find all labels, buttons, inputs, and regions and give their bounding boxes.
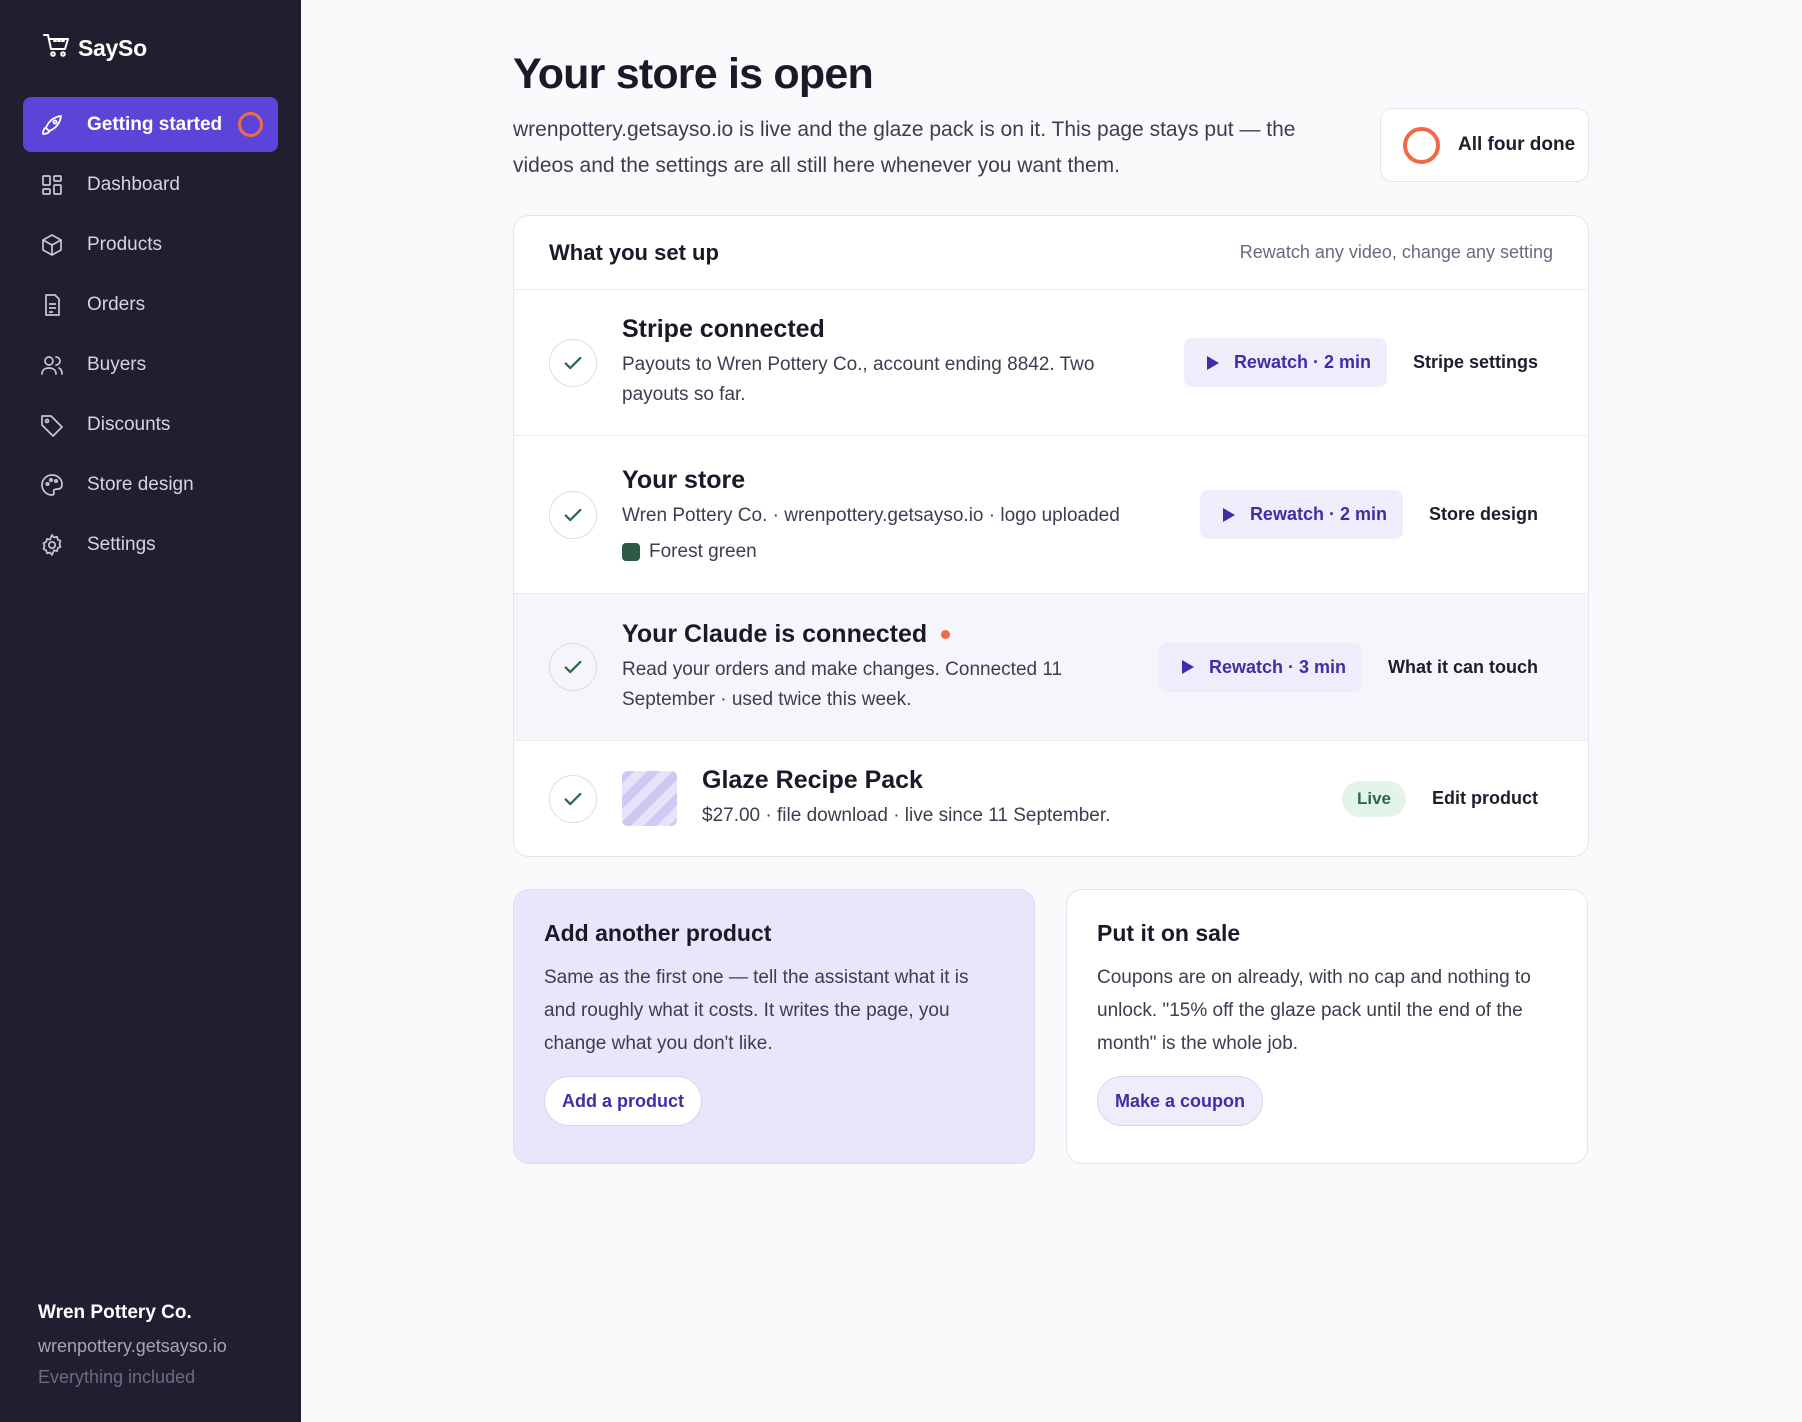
row-title-text: Your Claude is connected: [622, 619, 928, 648]
row-title: Stripe connected: [622, 315, 825, 343]
completion-status-label: All four done: [1458, 134, 1576, 155]
sidebar-item-buyers[interactable]: Buyers: [23, 337, 278, 392]
store-design-link[interactable]: Store design: [1429, 504, 1538, 525]
app-name: SaySo: [78, 34, 147, 61]
row-description: Wren Pottery Co. · wrenpottery.getsayso.…: [622, 505, 1120, 526]
sidebar-item-label: Settings: [87, 533, 156, 555]
setup-row-store: Your store Wren Pottery Co. · wrenpotter…: [514, 436, 1588, 594]
sidebar-item-getting-started[interactable]: Getting started: [23, 97, 278, 152]
row-title: Your store: [622, 466, 746, 494]
sidebar-item-label: Getting started: [87, 113, 223, 135]
rewatch-button[interactable]: Rewatch · 2 min: [1183, 338, 1387, 387]
promo-title: Add another product: [544, 920, 772, 946]
setup-row-product: Glaze Recipe Pack $27.00 · file download…: [514, 741, 1588, 856]
sidebar-nav: Getting started Dashboard Products Order…: [23, 97, 278, 577]
sidebar-item-settings[interactable]: Settings: [23, 517, 278, 572]
sidebar-item-discounts[interactable]: Discounts: [23, 397, 278, 452]
promo-put-on-sale: Put it on sale Coupons are on already, w…: [1066, 889, 1588, 1164]
sidebar-item-store-design[interactable]: Store design: [23, 457, 278, 512]
row-body: Your store Wren Pottery Co. · wrenpotter…: [622, 466, 1176, 563]
cart-chat-icon: [42, 30, 72, 66]
setup-row-claude: Your Claude is connected Read your order…: [514, 594, 1588, 741]
stripe-settings-link[interactable]: Stripe settings: [1413, 352, 1538, 373]
account-plan: Everything included: [38, 1367, 196, 1387]
row-title: Your Claude is connected: [622, 620, 1135, 649]
row-body: Stripe connected Payouts to Wren Pottery…: [622, 315, 1160, 410]
rewatch-label: Rewatch · 2 min: [1249, 504, 1387, 524]
promo-text: Same as the first one — tell the assista…: [544, 967, 969, 1054]
sidebar-item-label: Dashboard: [87, 173, 180, 195]
row-body: Glaze Recipe Pack $27.00 · file download…: [702, 766, 1318, 831]
row-actions: Rewatch · 3 min What it can touch: [1158, 642, 1538, 692]
gear-icon: [39, 532, 65, 558]
color-swatch-label: Forest green: [649, 541, 757, 562]
progress-ring-icon: [238, 112, 263, 137]
setup-summary-card: What you set up Rewatch any video, chang…: [513, 215, 1589, 857]
row-body: Your Claude is connected Read your order…: [622, 620, 1135, 715]
notification-dot-icon: [941, 629, 951, 639]
account-name: Wren Pottery Co.: [38, 1302, 192, 1323]
sidebar-item-label: Orders: [87, 293, 146, 315]
sidebar-item-orders[interactable]: Orders: [23, 277, 278, 332]
rewatch-button[interactable]: Rewatch · 2 min: [1199, 490, 1403, 539]
check-icon: [549, 338, 597, 387]
play-icon: [1206, 355, 1219, 370]
setup-row-stripe: Stripe connected Payouts to Wren Pottery…: [514, 290, 1588, 436]
tag-icon: [39, 412, 65, 438]
what-it-can-touch-link[interactable]: What it can touch: [1388, 657, 1538, 678]
play-icon: [1222, 507, 1235, 522]
check-icon: [549, 774, 597, 823]
sidebar: SaySo Getting started Dashboard Products…: [0, 0, 301, 1422]
play-icon: [1181, 660, 1194, 674]
sidebar-item-label: Buyers: [87, 353, 147, 375]
sidebar-item-label: Discounts: [87, 413, 171, 435]
card-hint: Rewatch any video, change any setting: [1239, 242, 1553, 262]
app-logo[interactable]: SaySo: [42, 30, 147, 66]
brand-color: Forest green: [622, 541, 1176, 563]
promo-text: Coupons are on already, with no cap and …: [1097, 967, 1531, 1054]
row-description: Read your orders and make changes. Conne…: [622, 658, 1063, 710]
account-url: wrenpottery.getsayso.io: [38, 1336, 227, 1356]
account-info[interactable]: Wren Pottery Co. wrenpottery.getsayso.io…: [38, 1302, 227, 1388]
card-header: What you set up Rewatch any video, chang…: [514, 216, 1588, 290]
product-thumbnail: [622, 771, 677, 826]
card-title: What you set up: [549, 239, 719, 265]
row-description: $27.00 · file download · live since 11 S…: [702, 805, 1111, 826]
row-actions: Rewatch · 2 min Stripe settings: [1183, 338, 1538, 387]
sidebar-item-dashboard[interactable]: Dashboard: [23, 157, 278, 212]
row-actions: Rewatch · 2 min Store design: [1199, 490, 1538, 539]
add-product-button[interactable]: Add a product: [544, 1076, 702, 1126]
rewatch-button[interactable]: Rewatch · 3 min: [1158, 642, 1362, 692]
status-badge: Live: [1341, 780, 1406, 817]
document-icon: [39, 292, 65, 318]
sidebar-item-label: Store design: [87, 473, 194, 495]
progress-ring-icon: [1403, 126, 1440, 164]
promo-add-product: Add another product Same as the first on…: [513, 889, 1035, 1164]
make-coupon-button[interactable]: Make a coupon: [1097, 1076, 1264, 1126]
row-description: Payouts to Wren Pottery Co., account end…: [622, 354, 1095, 405]
row-actions: Live Edit product: [1341, 780, 1538, 817]
rewatch-label: Rewatch · 2 min: [1233, 352, 1371, 372]
page-subtitle: wrenpottery.getsayso.io is live and the …: [513, 118, 1296, 177]
edit-product-link[interactable]: Edit product: [1432, 788, 1538, 809]
check-icon: [549, 490, 597, 539]
palette-icon: [39, 472, 65, 498]
rewatch-label: Rewatch · 3 min: [1208, 656, 1346, 677]
completion-status: All four done: [1380, 108, 1589, 182]
promo-title: Put it on sale: [1097, 920, 1241, 946]
users-icon: [39, 352, 65, 378]
sidebar-item-products[interactable]: Products: [23, 217, 278, 272]
page-title: Your store is open: [513, 50, 874, 98]
box-icon: [39, 232, 65, 258]
check-icon: [549, 643, 597, 691]
grid-icon: [39, 172, 65, 198]
color-swatch: [622, 543, 640, 561]
row-title: Glaze Recipe Pack: [702, 766, 923, 794]
rocket-icon: [39, 112, 65, 138]
sidebar-item-label: Products: [87, 233, 162, 255]
